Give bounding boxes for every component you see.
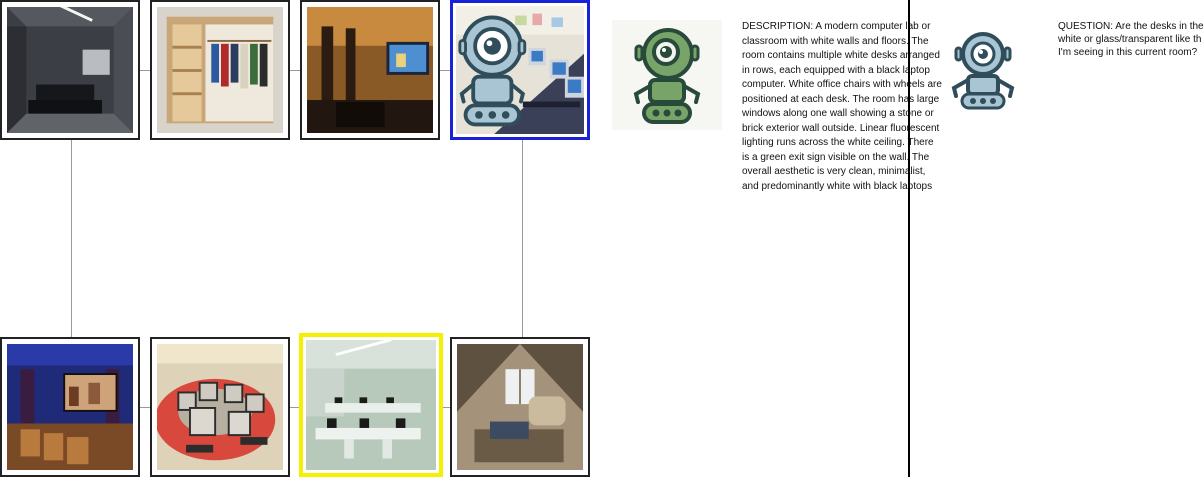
tv-lounge-photo bbox=[307, 7, 433, 133]
closet-shelves-thumbnail[interactable] bbox=[150, 0, 290, 140]
connector-line bbox=[71, 140, 72, 337]
blue-theater-thumbnail[interactable] bbox=[0, 337, 140, 477]
attic-living-room-thumbnail[interactable] bbox=[450, 337, 590, 477]
tv-lounge-thumbnail[interactable] bbox=[300, 0, 440, 140]
robot-icon bbox=[951, 32, 1015, 110]
round-computer-desk-thumbnail[interactable] bbox=[150, 337, 290, 477]
home-theater-dark-thumbnail[interactable] bbox=[0, 0, 140, 140]
closet-shelves-photo bbox=[157, 7, 283, 133]
connector-line bbox=[522, 140, 523, 337]
computer-lab-photo bbox=[456, 6, 584, 134]
attic-living-room-photo bbox=[457, 344, 583, 470]
robot-icon bbox=[633, 28, 701, 124]
vertical-divider bbox=[908, 0, 910, 477]
home-theater-dark-photo bbox=[7, 7, 133, 133]
computer-lab-robot-thumbnail[interactable] bbox=[450, 0, 590, 140]
white-computer-lab-thumbnail[interactable] bbox=[299, 333, 443, 477]
blue-theater-photo bbox=[7, 344, 133, 470]
round-computer-desk-photo bbox=[157, 344, 283, 470]
white-computer-lab-photo bbox=[306, 340, 436, 470]
description-text: DESCRIPTION: A modern computer lab or cl… bbox=[742, 21, 942, 192]
image-grid bbox=[0, 0, 600, 477]
question-text: QUESTION: Are the desks in the white or … bbox=[1058, 21, 1204, 58]
